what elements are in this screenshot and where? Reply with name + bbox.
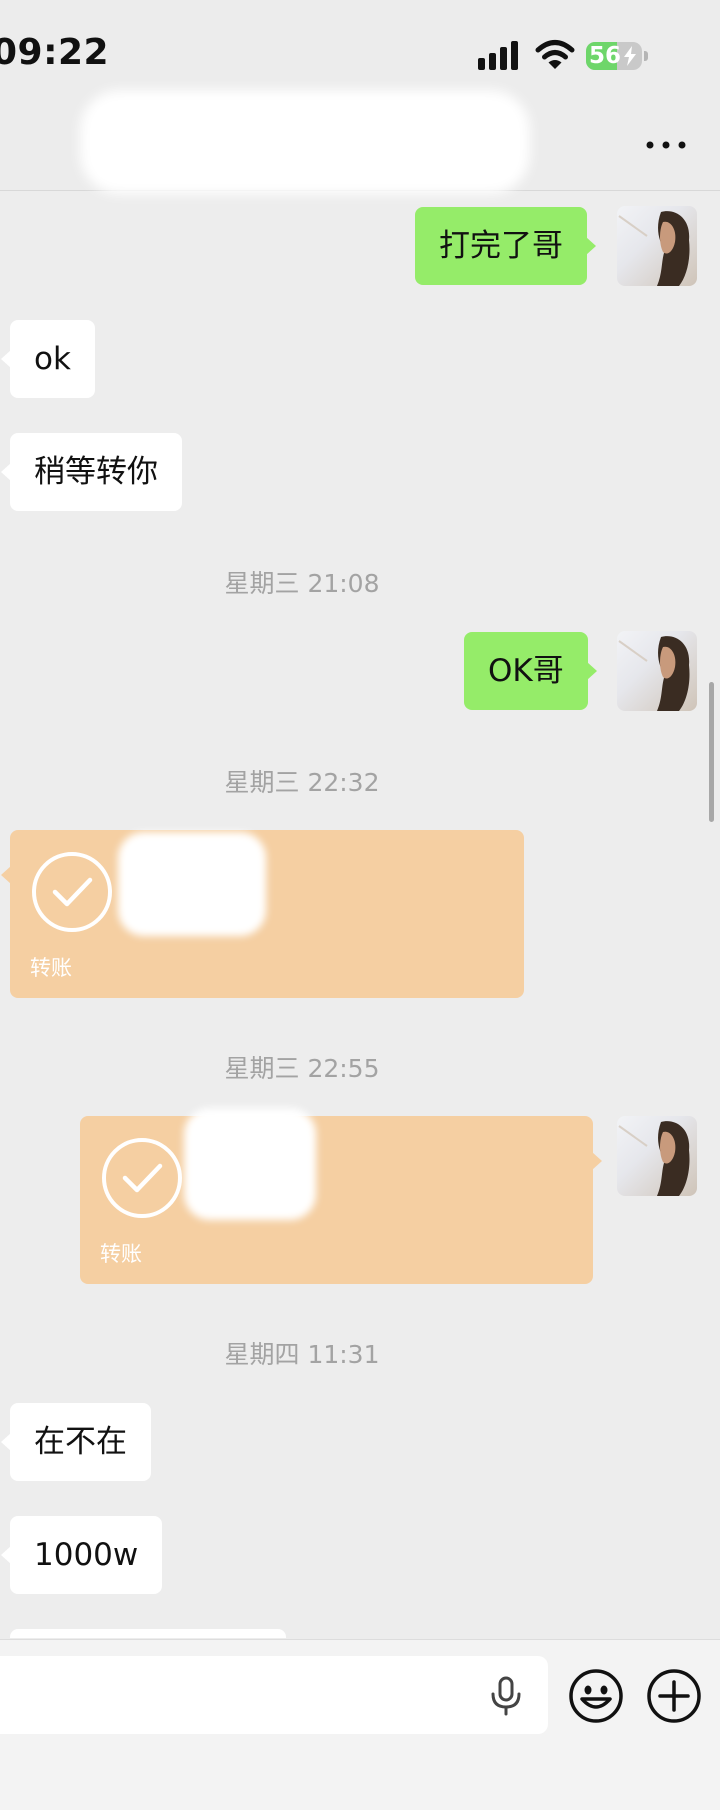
transfer-card[interactable]: 转账 — [1, 830, 524, 998]
redacted-transfer-amount — [118, 832, 266, 936]
battery-charging-icon: 56 — [586, 38, 648, 72]
check-circle-icon — [32, 852, 112, 932]
status-time: 09:22 — [0, 32, 110, 73]
received-message-bubble[interactable]: 在不在 — [1, 1403, 151, 1481]
charging-bolt-icon — [624, 46, 636, 66]
received-message-bubble[interactable]: 1000w — [0, 1516, 163, 1594]
transfer-label: 转账 — [30, 956, 72, 980]
received-message-bubble[interactable]: 稍等转你 — [1, 433, 182, 511]
my-avatar[interactable] — [617, 631, 697, 711]
cellular-signal-icon — [478, 41, 518, 70]
my-avatar[interactable] — [617, 206, 697, 286]
ellipsis-icon[interactable] — [644, 130, 688, 160]
emoji-icon[interactable] — [568, 1668, 624, 1724]
message-timestamp: 星期三 21:08 — [224, 569, 380, 598]
received-message-bubble[interactable]: ok — [1, 320, 95, 398]
chat-header — [0, 90, 720, 194]
redacted-contact-name — [80, 90, 530, 194]
sent-message-bubble[interactable]: 打完了哥 — [415, 207, 596, 285]
microphone-icon[interactable] — [488, 1676, 524, 1716]
transfer-card[interactable]: 转账 — [80, 1108, 602, 1284]
my-avatar[interactable] — [617, 1116, 697, 1196]
wifi-icon — [535, 40, 575, 69]
received-message-bubble-partial[interactable] — [10, 1629, 286, 1638]
message-timestamp: 星期四 11:31 — [224, 1340, 380, 1369]
message-timestamp: 星期三 22:32 — [224, 768, 380, 797]
redacted-transfer-amount — [184, 1108, 316, 1220]
check-circle-icon — [102, 1138, 182, 1218]
sent-message-bubble[interactable]: OK哥 — [464, 632, 597, 710]
message-timestamp: 星期三 22:55 — [224, 1054, 380, 1083]
scrollbar[interactable] — [709, 682, 714, 822]
battery-level: 56 — [589, 43, 622, 69]
status-bar: 09:22 56 — [0, 0, 720, 100]
plus-icon[interactable] — [646, 1668, 702, 1724]
chat-message-list[interactable]: 打完了哥 ok 稍等转你 星期三 21:08 OK哥 星期三 22:32 转账 … — [0, 191, 720, 1638]
transfer-label: 转账 — [100, 1242, 142, 1266]
input-bar — [0, 1639, 720, 1810]
message-input[interactable] — [0, 1656, 548, 1734]
